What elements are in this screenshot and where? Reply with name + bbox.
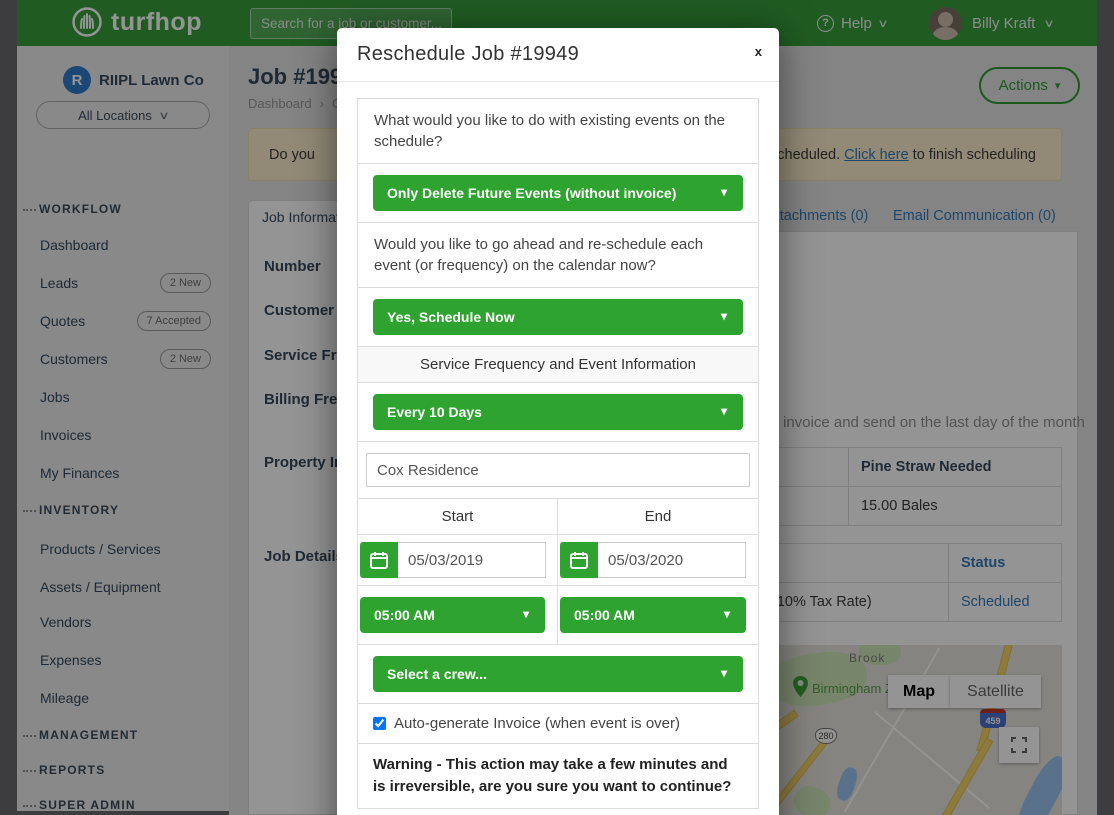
selected-option-label: Select a crew... xyxy=(387,666,487,682)
end-date-cell xyxy=(558,535,758,585)
reschedule-row: Yes, Schedule Now ▾ xyxy=(358,287,758,346)
modal-title: Reschedule Job #19949 xyxy=(357,43,579,66)
selected-option-label: Every 10 Days xyxy=(387,404,482,420)
crew-dropdown[interactable]: Select a crew... ▾ xyxy=(373,656,743,692)
caret-down-icon: ▾ xyxy=(721,666,727,680)
start-end-header-row: Start End xyxy=(358,498,758,534)
start-header: Start xyxy=(358,499,558,534)
event-name-input[interactable] xyxy=(366,453,750,487)
warning-text: Warning - This action may take a few min… xyxy=(358,743,758,808)
modal-header: Reschedule Job #19949 x xyxy=(337,28,779,82)
auto-invoice-checkbox[interactable] xyxy=(373,717,386,730)
existing-events-dropdown[interactable]: Only Delete Future Events (without invoi… xyxy=(373,175,743,211)
selected-option-label: 05:00 AM xyxy=(374,607,435,623)
date-row xyxy=(358,534,758,585)
selected-option-label: 05:00 AM xyxy=(574,607,635,623)
section-header: Service Frequency and Event Information xyxy=(358,346,758,382)
close-icon[interactable]: x xyxy=(755,45,762,58)
reschedule-form: What would you like to do with existing … xyxy=(357,98,759,809)
start-time-dropdown[interactable]: 05:00 AM ▾ xyxy=(360,597,545,633)
event-name-row xyxy=(358,441,758,498)
selected-option-label: Yes, Schedule Now xyxy=(387,309,515,325)
calendar-icon[interactable] xyxy=(560,542,598,578)
caret-down-icon: ▾ xyxy=(724,607,730,621)
crew-row: Select a crew... ▾ xyxy=(358,644,758,703)
screen: turfhop ? Help ∨ Billy Kraft ∨ R RIIPL L… xyxy=(0,0,1114,815)
existing-events-question: What would you like to do with existing … xyxy=(358,99,758,163)
start-date-cell xyxy=(358,535,558,585)
caret-down-icon: ▾ xyxy=(721,185,727,199)
existing-events-row: Only Delete Future Events (without invoi… xyxy=(358,163,758,222)
time-row: 05:00 AM ▾ 05:00 AM ▾ xyxy=(358,585,758,644)
selected-option-label: Only Delete Future Events (without invoi… xyxy=(387,185,676,201)
end-date-input[interactable] xyxy=(598,542,746,578)
end-time-dropdown[interactable]: 05:00 AM ▾ xyxy=(560,597,746,633)
caret-down-icon: ▾ xyxy=(523,607,529,621)
caret-down-icon: ▾ xyxy=(721,309,727,323)
auto-invoice-label: Auto-generate Invoice (when event is ove… xyxy=(394,715,680,732)
reschedule-now-dropdown[interactable]: Yes, Schedule Now ▾ xyxy=(373,299,743,335)
reschedule-question: Would you like to go ahead and re-schedu… xyxy=(358,222,758,287)
modal-body: What would you like to do with existing … xyxy=(337,82,779,809)
frequency-dropdown[interactable]: Every 10 Days ▾ xyxy=(373,394,743,430)
end-time-cell: 05:00 AM ▾ xyxy=(558,586,758,644)
calendar-icon[interactable] xyxy=(360,542,398,578)
frequency-row: Every 10 Days ▾ xyxy=(358,382,758,441)
start-date-input[interactable] xyxy=(398,542,546,578)
start-time-cell: 05:00 AM ▾ xyxy=(358,586,558,644)
reschedule-modal: Reschedule Job #19949 x What would you l… xyxy=(337,28,779,815)
end-header: End xyxy=(558,499,758,534)
caret-down-icon: ▾ xyxy=(721,404,727,418)
auto-invoice-row: Auto-generate Invoice (when event is ove… xyxy=(358,703,758,743)
